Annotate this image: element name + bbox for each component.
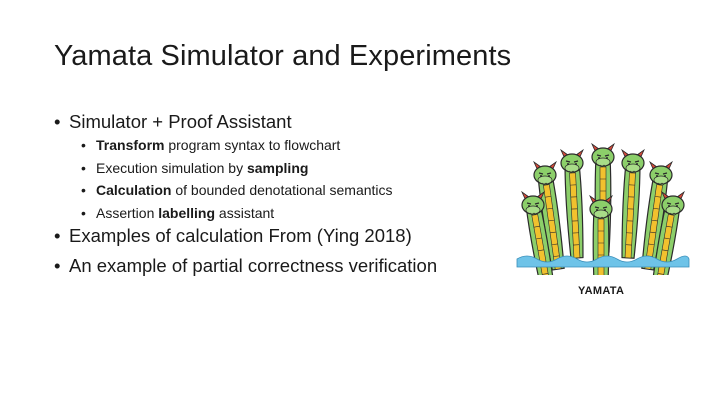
bold-term: labelling (158, 204, 216, 221)
sub-bullet-text: Execution simulation by (96, 159, 247, 176)
slide-title: Yamata Simulator and Experiments (54, 40, 512, 72)
bullet-dot: • (54, 111, 61, 132)
bold-term: sampling (246, 159, 309, 176)
sub-bullet-text: assistant (215, 204, 275, 221)
bullet-dot: • (54, 225, 61, 246)
sub-bullet-text: Assertion (96, 204, 159, 221)
bullet-item: • An example of partial correctness veri… (54, 254, 494, 278)
bullet-list: • Simulator + Proof Assistant • Transfor… (54, 110, 494, 278)
bullet-item: • Simulator + Proof Assistant (54, 110, 494, 134)
bullet-text: Simulator + Proof Assistant (69, 111, 292, 132)
bullet-dot: • (81, 182, 86, 198)
sub-bullet-item: • Transform program syntax to flowchart (54, 134, 494, 157)
sub-bullet-item: • Execution simulation by sampling (54, 157, 494, 180)
yamata-hydra-dragon-icon (516, 143, 690, 275)
bullet-dot: • (81, 137, 86, 153)
bullet-dot: • (81, 204, 86, 221)
bold-term: Calculation (96, 182, 172, 198)
sub-bullet-item: • Calculation of bounded denotational se… (54, 179, 494, 202)
bullet-text: An example of partial correctness verifi… (69, 255, 438, 276)
image-caption: YAMATA (578, 285, 625, 297)
sub-bullet-item: • Assertion labelling assistant (54, 202, 494, 225)
bold-term: Transform (96, 137, 165, 153)
bullet-text: Examples of calculation From (Ying 2018) (69, 225, 412, 246)
bullet-item: • Examples of calculation From (Ying 201… (54, 224, 494, 248)
bullet-dot: • (81, 159, 86, 176)
sub-bullet-text: of bounded denotational semantics (171, 182, 393, 198)
bullet-dot: • (54, 255, 61, 276)
sub-bullet-text: program syntax to flowchart (164, 137, 341, 153)
